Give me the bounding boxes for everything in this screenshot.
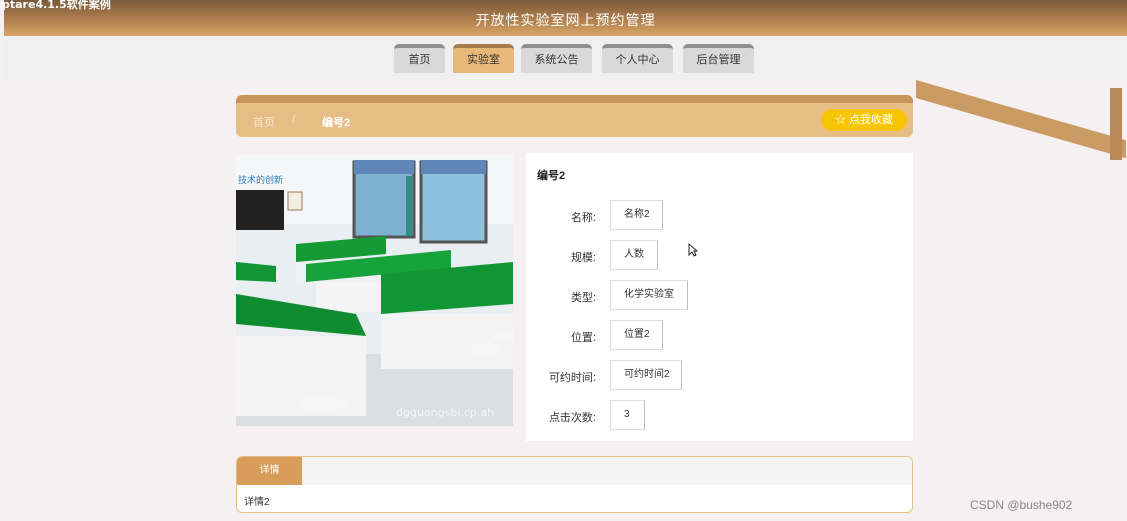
nav-labs[interactable]: 实验室 — [453, 44, 514, 73]
field-value-location: 位置2 — [610, 320, 663, 350]
main-nav: 首页 实验室 系统公告 个人中心 后台管理 — [4, 36, 1127, 80]
decorative-post — [1110, 88, 1122, 160]
lab-info-card: 编号2 名称: 名称2 规模: 人数 类型: 化学实验室 位置: 位置2 可约时… — [526, 153, 913, 441]
window-corner-title: ptare4.1.5软件案例 — [2, 0, 111, 11]
field-value-click-count: 3 — [610, 400, 645, 430]
field-value-available-time: 可约时间2 — [610, 360, 682, 390]
card-title: 编号2 — [537, 170, 566, 182]
field-value-type: 化学实验室 — [610, 280, 688, 310]
csdn-watermark: CSDN @bushe902 — [970, 498, 1073, 512]
details-tab-bar: 详情 — [237, 457, 912, 485]
decorative-beam — [916, 80, 1126, 159]
nav-announcements[interactable]: 系统公告 — [521, 44, 592, 73]
field-label-scale: 规模: — [570, 252, 596, 264]
field-label-type: 类型: — [570, 292, 596, 304]
field-label-available-time: 可约时间: — [548, 372, 596, 384]
field-label-location: 位置: — [570, 332, 596, 344]
breadcrumb-separator: / — [292, 114, 296, 126]
breadcrumb-current: 编号2 — [322, 117, 351, 129]
field-label-name: 名称: — [570, 212, 596, 224]
nav-personal-center[interactable]: 个人中心 — [602, 44, 673, 73]
mouse-cursor-icon — [688, 242, 699, 260]
lab-illustration: 技术的创新 dgguangsbi.cp.ah — [236, 154, 513, 426]
nav-admin[interactable]: 后台管理 — [683, 44, 754, 73]
field-value-scale: 人数 — [610, 240, 658, 270]
field-value-name: 名称2 — [610, 200, 663, 230]
photo-watermark: dgguangsbi.cp.ah — [396, 406, 494, 419]
nav-home[interactable]: 首页 — [394, 44, 445, 73]
top-header-bar: 开放性实验室网上预约管理 — [4, 0, 1127, 36]
details-panel: 详情 详情2 — [236, 456, 913, 513]
photo-caption: 技术的创新 — [238, 174, 283, 186]
breadcrumb-home-link[interactable]: 首页 — [253, 114, 275, 130]
tab-details[interactable]: 详情 — [237, 457, 302, 485]
details-content: 详情2 — [244, 497, 270, 508]
field-label-click-count: 点击次数: — [548, 412, 596, 424]
favorite-button[interactable]: ☆ 点我收藏 — [821, 109, 907, 131]
site-title: 开放性实验室网上预约管理 — [475, 12, 656, 28]
breadcrumb: 首页 / 编号2 ☆ 点我收藏 — [236, 95, 913, 137]
lab-photo: 技术的创新 dgguangsbi.cp.ah — [236, 154, 513, 426]
